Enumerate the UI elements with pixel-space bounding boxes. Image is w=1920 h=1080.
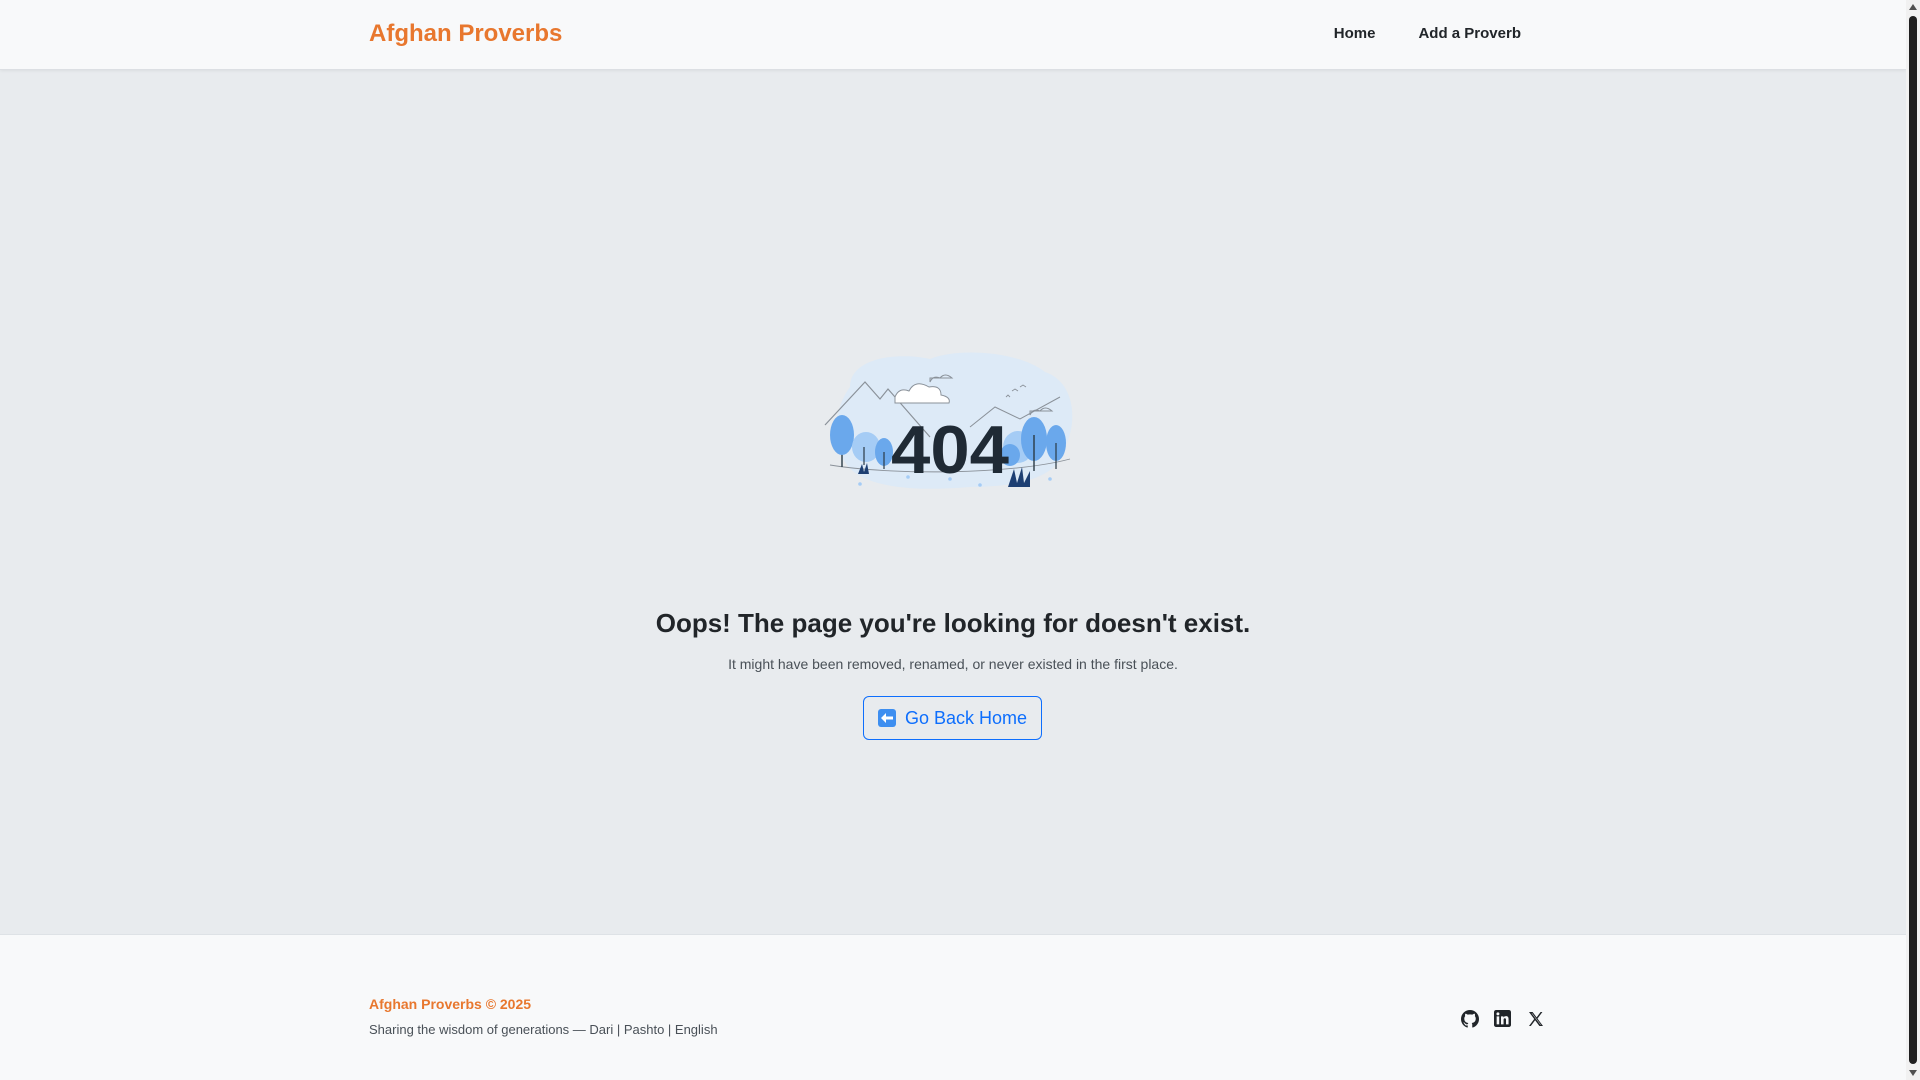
nav-links: Home Add a Proverb bbox=[1334, 25, 1521, 42]
scroll-up-arrow-icon[interactable] bbox=[1909, 4, 1917, 10]
page-subtext: It might have been removed, renamed, or … bbox=[728, 656, 1178, 672]
page: Afghan Proverbs Home Add a Proverb 404 O… bbox=[0, 0, 1920, 1080]
footer: Afghan Proverbs © 2025 Sharing the wisdo… bbox=[0, 934, 1906, 1080]
x-icon[interactable] bbox=[1526, 1009, 1545, 1028]
github-icon[interactable] bbox=[1460, 1009, 1479, 1028]
main-content: 404 Oops! The page you're looking for do… bbox=[0, 70, 1906, 934]
vertical-scrollbar[interactable] bbox=[1906, 0, 1920, 1080]
footer-brand: Afghan Proverbs © 2025 bbox=[369, 996, 532, 1012]
go-back-home-label: Go Back Home bbox=[904, 707, 1028, 728]
navbar: Afghan Proverbs Home Add a Proverb bbox=[0, 0, 1906, 70]
social-links bbox=[1460, 1009, 1545, 1028]
scrollbar-thumb[interactable] bbox=[1909, 16, 1917, 1064]
arrow-left-icon bbox=[877, 709, 896, 727]
navbar-brand[interactable]: Afghan Proverbs bbox=[369, 20, 562, 48]
viewport: Afghan Proverbs Home Add a Proverb 404 O… bbox=[0, 0, 1906, 1080]
footer-tagline: Sharing the wisdom of generations — Dari… bbox=[369, 1022, 718, 1037]
page-heading: Oops! The page you're looking for doesn'… bbox=[655, 608, 1251, 638]
illustration-404-text: 404 bbox=[891, 412, 1009, 488]
nav-link-home[interactable]: Home bbox=[1334, 25, 1376, 42]
not-found-illustration: 404 bbox=[820, 347, 1080, 497]
go-back-home-button[interactable]: Go Back Home bbox=[863, 696, 1042, 740]
linkedin-icon[interactable] bbox=[1493, 1009, 1512, 1028]
nav-link-add-proverb[interactable]: Add a Proverb bbox=[1418, 25, 1521, 42]
scroll-down-arrow-icon[interactable] bbox=[1909, 1070, 1917, 1076]
